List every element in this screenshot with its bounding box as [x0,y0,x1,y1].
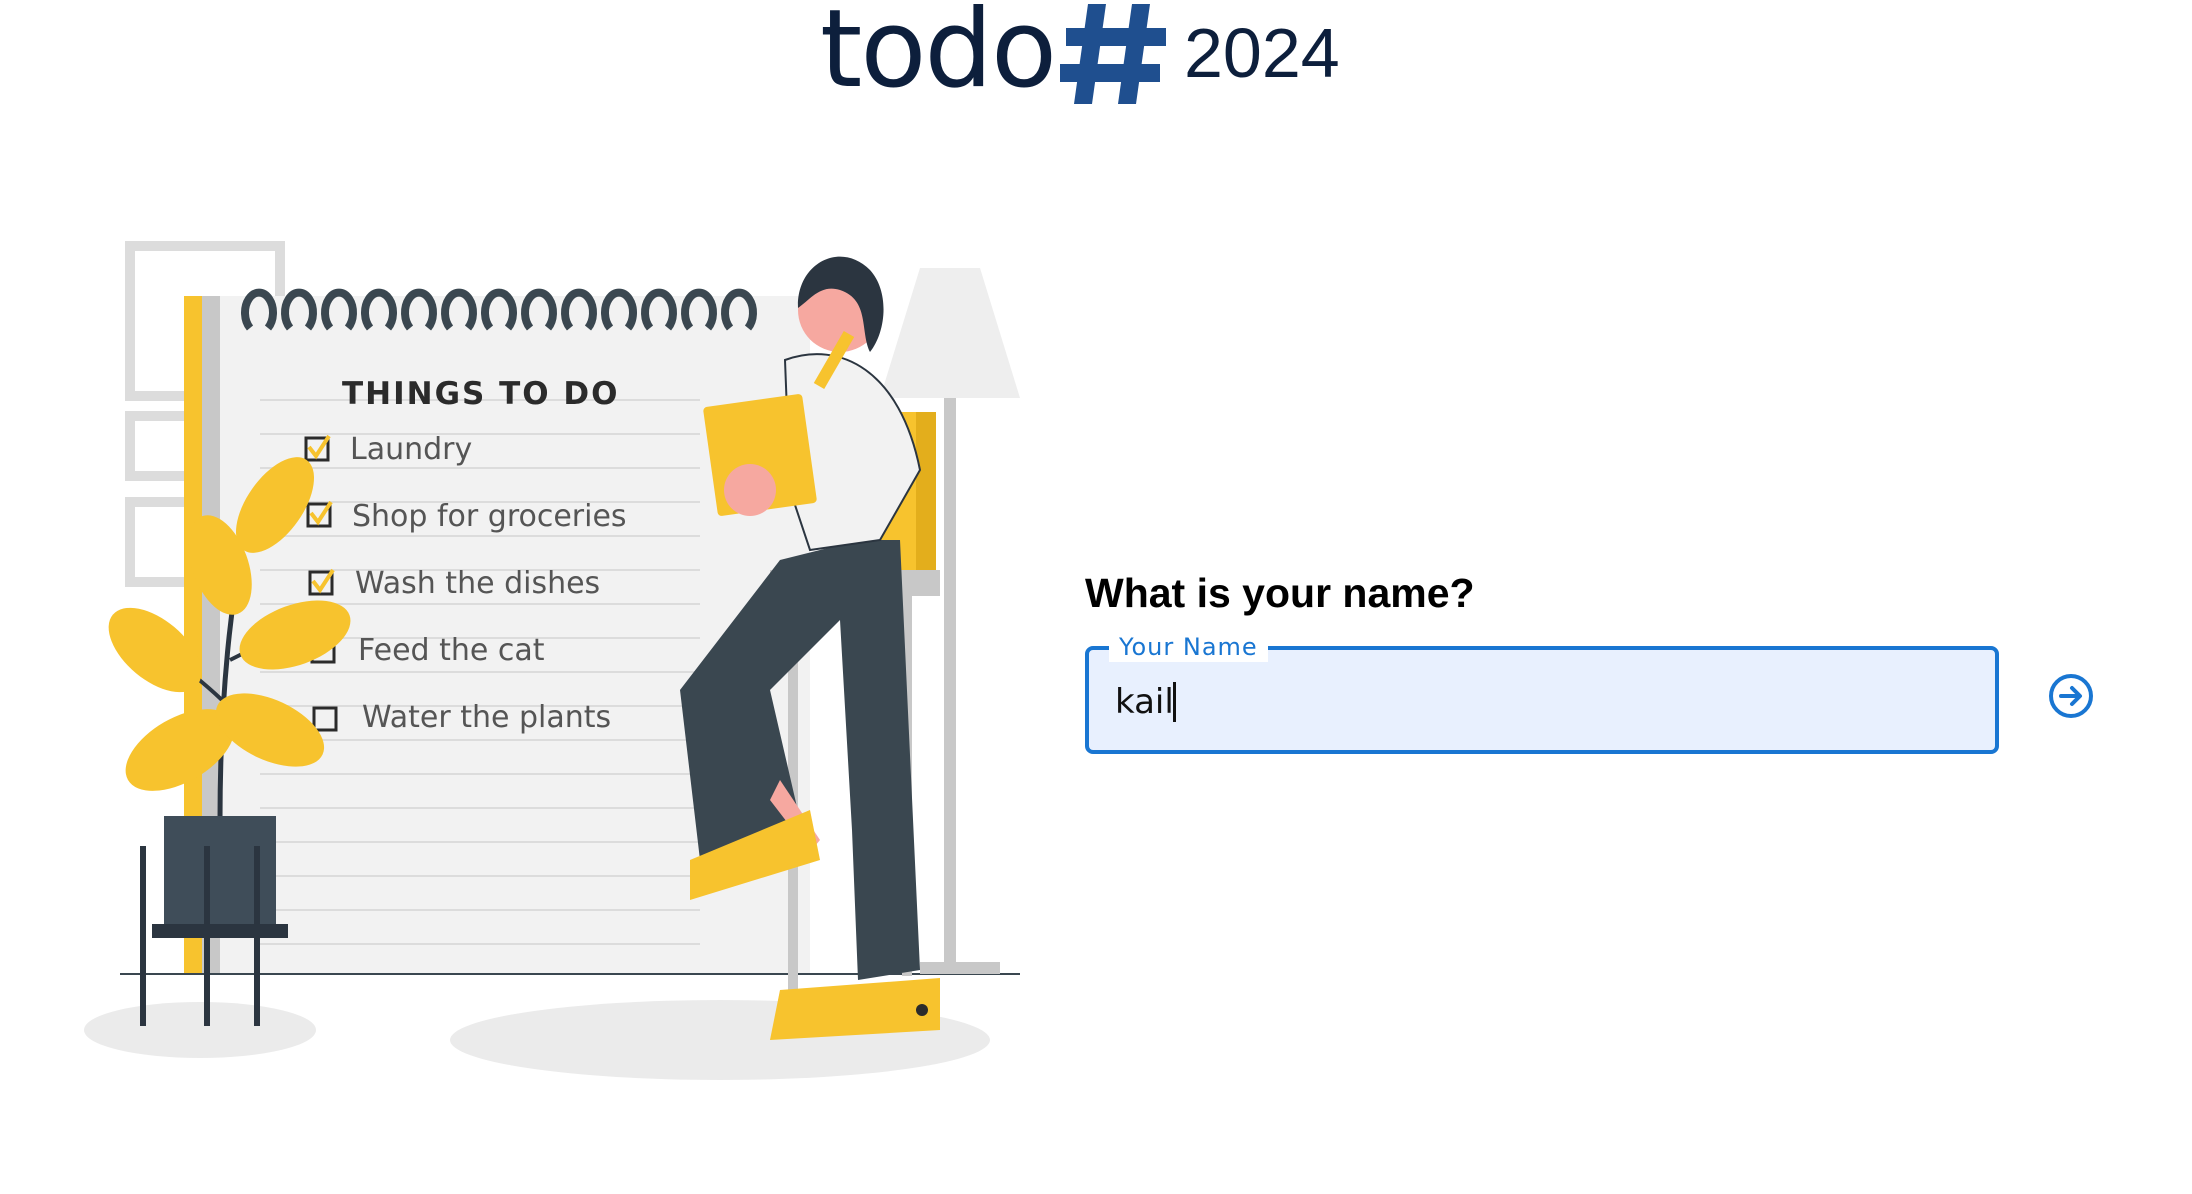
text-caret [1173,682,1176,722]
hash-icon [1060,4,1166,104]
name-field[interactable]: Your Name [1085,632,1999,754]
todo-item-label: Water the plants [362,700,611,735]
todo-item-label: Wash the dishes [355,566,600,601]
lamp-pole [944,398,956,972]
arrow-right-circle-icon [2049,674,2093,718]
lamp-shade [880,268,1020,398]
todo-heading: THINGS TO DO [342,376,620,412]
todo-item-label: Feed the cat [358,633,545,668]
todo-item-label: Laundry [350,432,472,467]
todo-item-label: Shop for groceries [352,499,627,534]
todo-item: Shop for groceries [306,499,627,534]
name-question: What is your name? [1085,570,1475,616]
plant-shadow [84,1002,316,1058]
logo-word: todo [820,0,1057,112]
submit-button[interactable] [2047,672,2095,720]
name-field-label: Your Name [1109,632,1268,662]
todo-list-illustration: THINGS TO DO Laundry Shop for groceries … [84,241,1020,1080]
lamp-base [920,962,1000,974]
stool-back-shade [916,412,936,582]
name-input[interactable] [1115,680,1975,724]
logo-year: 2024 [1184,14,1340,92]
app-logo: todo 2024 [820,0,1380,110]
